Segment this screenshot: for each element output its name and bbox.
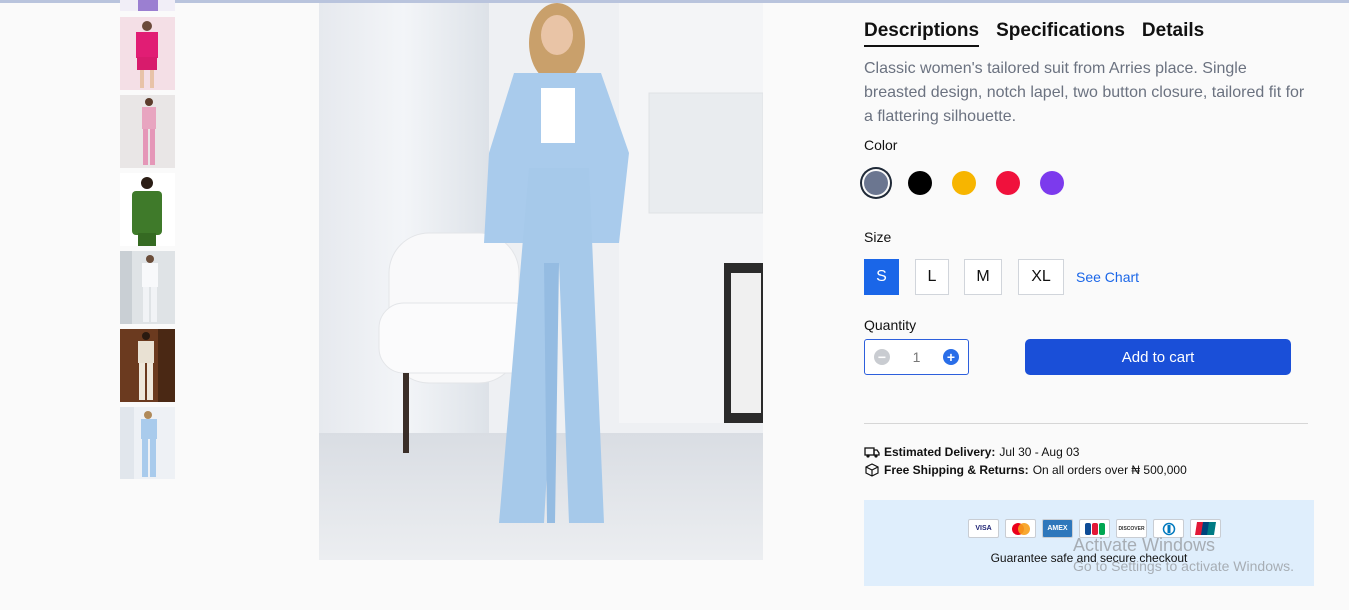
shipping-label: Free Shipping & Returns: bbox=[884, 463, 1029, 477]
color-swatch-yellow[interactable] bbox=[952, 171, 976, 195]
product-page: Descriptions Specifications Details Clas… bbox=[0, 0, 1349, 610]
tab-descriptions[interactable]: Descriptions bbox=[864, 20, 980, 47]
cream-suit-thumbnail[interactable] bbox=[120, 329, 175, 402]
watermark-title: Activate Windows bbox=[1073, 535, 1216, 555]
size-options: S L M XL See Chart bbox=[864, 259, 1139, 295]
color-swatch-black[interactable] bbox=[908, 171, 932, 195]
truck-icon bbox=[864, 447, 880, 458]
free-shipping: Free Shipping & Returns: On all orders o… bbox=[864, 463, 1187, 477]
size-option-xl[interactable]: XL bbox=[1018, 259, 1064, 295]
detail-tabs: Descriptions Specifications Details bbox=[864, 20, 1204, 47]
shipping-value: On all orders over ₦ 500,000 bbox=[1032, 463, 1187, 477]
add-to-cart-button[interactable]: Add to cart bbox=[1025, 339, 1291, 375]
estimated-delivery: Estimated Delivery: Jul 30 - Aug 03 bbox=[864, 445, 1079, 459]
white-suit-thumbnail[interactable] bbox=[120, 251, 175, 324]
green-suit-thumbnail[interactable] bbox=[120, 173, 175, 246]
delivery-label: Estimated Delivery: bbox=[884, 445, 996, 459]
see-chart-link[interactable]: See Chart bbox=[1076, 269, 1139, 285]
amex-card-icon: AMEX bbox=[1042, 519, 1073, 538]
light-pink-suit-thumbnail[interactable] bbox=[120, 95, 175, 168]
package-icon bbox=[865, 463, 879, 477]
quantity-value[interactable]: 1 bbox=[913, 349, 921, 365]
size-label: Size bbox=[864, 229, 892, 245]
color-label: Color bbox=[864, 137, 898, 153]
watermark-subtitle: Go to Settings to activate Windows. bbox=[1073, 558, 1294, 574]
pink-suit-thumbnail[interactable] bbox=[120, 17, 175, 90]
windows-activation-watermark: Activate Windows Go to Settings to activ… bbox=[1073, 535, 1294, 574]
color-swatch-purple[interactable] bbox=[1040, 171, 1064, 195]
color-swatch-slate-gray[interactable] bbox=[864, 171, 888, 195]
size-option-l[interactable]: L bbox=[915, 259, 949, 295]
mastercard-card-icon bbox=[1005, 519, 1036, 538]
light-blue-suit-thumbnail[interactable] bbox=[120, 407, 175, 479]
decrease-quantity-button[interactable]: − bbox=[874, 349, 890, 365]
visa-card-icon: VISA bbox=[968, 519, 999, 538]
main-product-image bbox=[319, 3, 763, 560]
color-options bbox=[864, 171, 1064, 195]
tab-specifications[interactable]: Specifications bbox=[996, 20, 1125, 47]
color-swatch-red[interactable] bbox=[996, 171, 1020, 195]
increase-quantity-button[interactable]: + bbox=[942, 349, 959, 365]
product-description: Classic women's tailored suit from Arrie… bbox=[864, 60, 1305, 125]
quantity-label: Quantity bbox=[864, 317, 917, 333]
size-option-m[interactable]: M bbox=[964, 259, 1002, 295]
divider bbox=[864, 423, 1308, 424]
quantity-stepper: − 1 + bbox=[864, 339, 969, 375]
size-option-s[interactable]: S bbox=[864, 259, 899, 295]
tab-details[interactable]: Details bbox=[1142, 20, 1204, 47]
purple-suit-thumbnail[interactable] bbox=[120, 0, 175, 11]
delivery-value: Jul 30 - Aug 03 bbox=[999, 445, 1080, 459]
